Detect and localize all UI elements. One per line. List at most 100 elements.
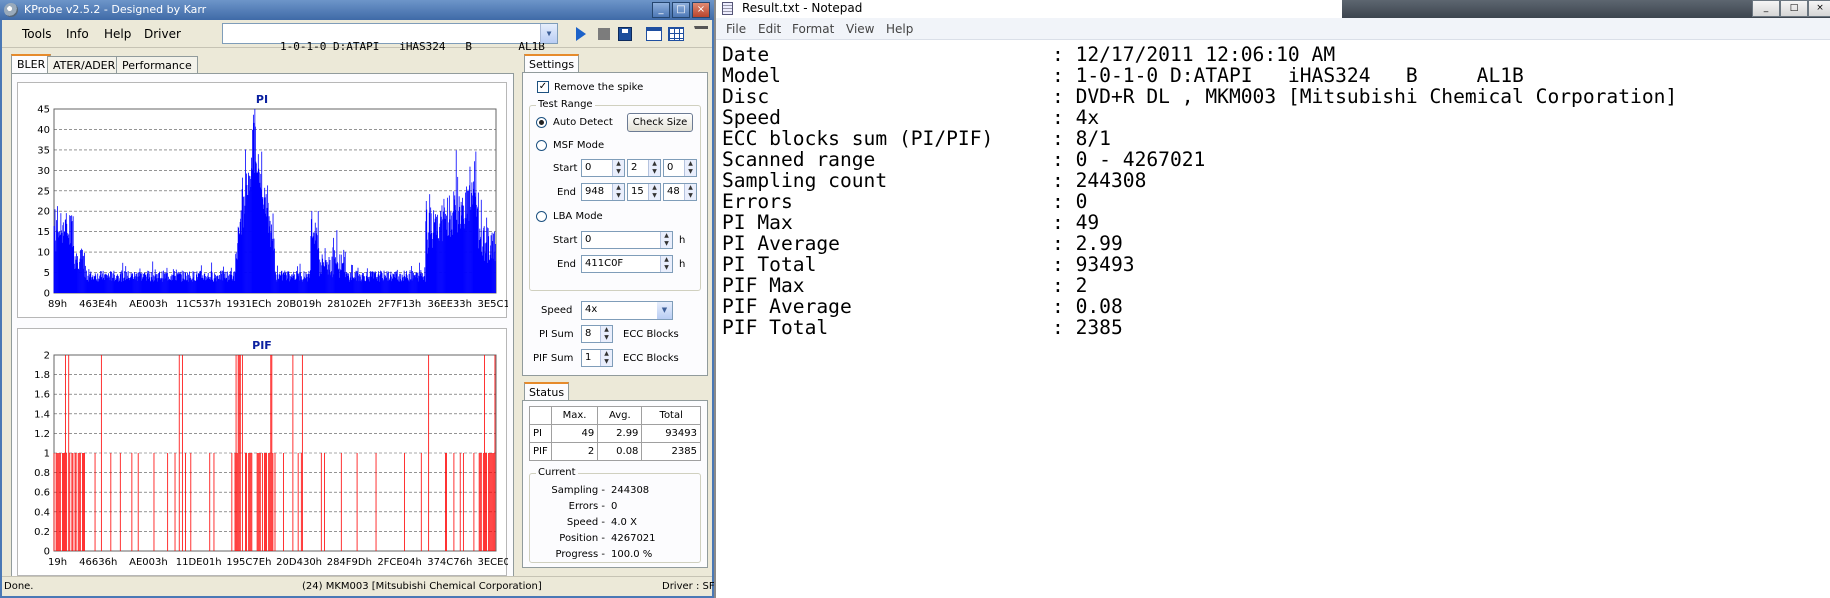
tab-bler[interactable]: BLER	[11, 54, 52, 74]
hammer-icon[interactable]	[694, 26, 708, 40]
text-line-value: : 49	[1052, 211, 1100, 234]
status-cell: 93493	[641, 424, 701, 443]
check-size-button[interactable]: Check Size	[627, 113, 693, 132]
spin-arrows-icon[interactable]: ▲ ▼	[600, 326, 612, 342]
tab-settings[interactable]: Settings	[524, 54, 580, 72]
auto-detect-radio[interactable]	[536, 117, 547, 128]
spin-arrows-icon[interactable]: ▲ ▼	[684, 184, 696, 200]
pif-chart-title: PIF	[252, 339, 272, 352]
x-tick-label: 195C7Eh	[226, 557, 271, 568]
x-tick-label: 374C76h	[427, 557, 472, 568]
remove-spike-checkbox[interactable]: ✓	[537, 81, 549, 93]
maximize-icon[interactable]: □	[672, 2, 690, 18]
y-tick-label: 15	[37, 227, 50, 238]
play-icon[interactable]	[576, 27, 586, 41]
y-tick-label: 2	[44, 351, 50, 362]
stop-icon[interactable]	[598, 28, 610, 40]
drive-select[interactable]: 1-0-1-0 D:ATAPI iHAS324 B AL1B ▼	[222, 23, 558, 53]
msf-end-min[interactable]: 948 ▲ ▼	[581, 183, 625, 201]
menu-edit[interactable]: Edit	[758, 22, 781, 36]
text-line: Scanned range: 0 - 4267021	[722, 149, 1677, 170]
msf-start-min[interactable]: 0 ▲ ▼	[581, 159, 625, 177]
msf-mode-radio[interactable]	[536, 140, 547, 151]
tab-ater-ader[interactable]: ATER/ADER	[47, 56, 122, 74]
x-tick-label: 11C537h	[176, 299, 221, 310]
menu-tools[interactable]: Tools	[22, 27, 52, 41]
menu-view[interactable]: View	[846, 22, 874, 36]
lba-end-label: End	[557, 259, 577, 270]
spin-arrows-icon[interactable]: ▲ ▼	[660, 232, 672, 248]
text-line-key: PIF Max	[722, 274, 805, 297]
msf-end-sec[interactable]: 15 ▲ ▼	[627, 183, 661, 201]
msf-end-sec-value: 15	[631, 186, 644, 197]
minimize-icon[interactable]: _	[652, 2, 670, 18]
y-tick-label: 30	[37, 166, 50, 177]
msf-start-frame[interactable]: 0 ▲ ▼	[663, 159, 697, 177]
tab-status[interactable]: Status	[524, 382, 570, 400]
spin-arrows-icon[interactable]: ▲ ▼	[660, 256, 672, 272]
status-header-avg: Avg.	[597, 406, 643, 425]
msf-end-frame[interactable]: 48 ▲ ▼	[663, 183, 697, 201]
y-tick-label: 0.2	[34, 527, 50, 538]
pi-sum-label: PI Sum	[539, 329, 574, 340]
lba-end-field[interactable]: 411C0F ▲ ▼	[581, 255, 673, 273]
close-icon[interactable]: ×	[1808, 0, 1830, 17]
minimize-icon[interactable]: _	[1752, 0, 1780, 17]
kprobe-titlebar[interactable]: KProbe v2.5.2 - Designed by Karr _ □ ×	[0, 0, 714, 20]
kprobe-statusbar: Done. (24) MKM003 [Mitsubishi Chemical C…	[2, 576, 715, 596]
speed-status-value: 4.0 X	[611, 517, 637, 528]
lba-mode-radio[interactable]	[536, 211, 547, 222]
status-header-blank	[529, 406, 552, 425]
pif-sum-field[interactable]: 1 ▲ ▼	[581, 349, 613, 367]
spin-arrows-icon[interactable]: ▲ ▼	[612, 184, 624, 200]
position-value: 4267021	[611, 533, 656, 544]
msf-end-frame-value: 48	[667, 186, 680, 197]
save-icon[interactable]	[618, 27, 632, 41]
status-row-label: PIF	[529, 442, 552, 461]
progress-label: Progress -	[555, 549, 605, 560]
lba-start-field[interactable]: 0 ▲ ▼	[581, 231, 673, 249]
disc-info: (24) MKM003 [Mitsubishi Chemical Corpora…	[302, 581, 542, 592]
status-cell: 49	[550, 424, 599, 443]
text-line-value: : 0.08	[1052, 295, 1123, 318]
text-line-value: : 93493	[1052, 253, 1135, 276]
chevron-down-icon[interactable]: ▼	[657, 302, 672, 319]
text-line-value: : 0	[1052, 190, 1088, 213]
text-line: Speed: 4x	[722, 107, 1677, 128]
grid-view-icon[interactable]	[668, 27, 684, 41]
notepad-window: Result.txt - Notepad _ □ × File Edit For…	[714, 0, 1830, 598]
text-line: Errors: 0	[722, 191, 1677, 212]
x-tick-label: 1931ECh	[226, 299, 271, 310]
msf-start-sec[interactable]: 2 ▲ ▼	[627, 159, 661, 177]
lba-end-unit: h	[679, 259, 686, 270]
text-line-key: Sampling count	[722, 169, 888, 192]
pi-sum-unit: ECC Blocks	[623, 329, 679, 340]
notepad-text-area[interactable]: Date: 12/17/2011 12:06:10 AM Model: 1-0-1…	[722, 44, 1677, 338]
spin-arrows-icon[interactable]: ▲ ▼	[648, 160, 660, 176]
status-table: Max. Avg. Total PI 49 2.99 93493 PIF 2 0…	[529, 406, 701, 461]
spin-arrows-icon[interactable]: ▲ ▼	[612, 160, 624, 176]
text-line-value: : 12/17/2011 12:06:10 AM	[1052, 43, 1336, 66]
speed-select[interactable]: 4x ▼	[581, 301, 673, 320]
menu-format[interactable]: Format	[792, 22, 834, 36]
menu-driver[interactable]: Driver	[144, 27, 181, 41]
notepad-titlebar[interactable]: Result.txt - Notepad _ □ ×	[716, 0, 1830, 18]
spin-arrows-icon[interactable]: ▲ ▼	[600, 350, 612, 366]
chevron-down-icon[interactable]: ▼	[540, 24, 557, 43]
menu-info[interactable]: Info	[66, 27, 89, 41]
close-icon[interactable]: ×	[692, 2, 710, 18]
single-view-icon[interactable]	[646, 27, 662, 41]
x-tick-label: 28102Eh	[327, 299, 371, 310]
spin-arrows-icon[interactable]: ▲ ▼	[648, 184, 660, 200]
menu-file[interactable]: File	[726, 22, 746, 36]
pi-chart-svg: 45 40 35 30 25 20 15 10 5 089h 463E4h AE003h 11C537h…	[37, 105, 508, 311]
menu-help[interactable]: Help	[886, 22, 913, 36]
maximize-icon[interactable]: □	[1780, 0, 1808, 17]
pi-sum-field[interactable]: 8 ▲ ▼	[581, 325, 613, 343]
spin-arrows-icon[interactable]: ▲ ▼	[684, 160, 696, 176]
lba-end-value: 411C0F	[585, 258, 624, 269]
msf-mode-label: MSF Mode	[553, 140, 605, 151]
y-tick-label: 0.8	[34, 468, 50, 479]
menu-help[interactable]: Help	[104, 27, 131, 41]
tab-performance[interactable]: Performance	[116, 56, 198, 74]
